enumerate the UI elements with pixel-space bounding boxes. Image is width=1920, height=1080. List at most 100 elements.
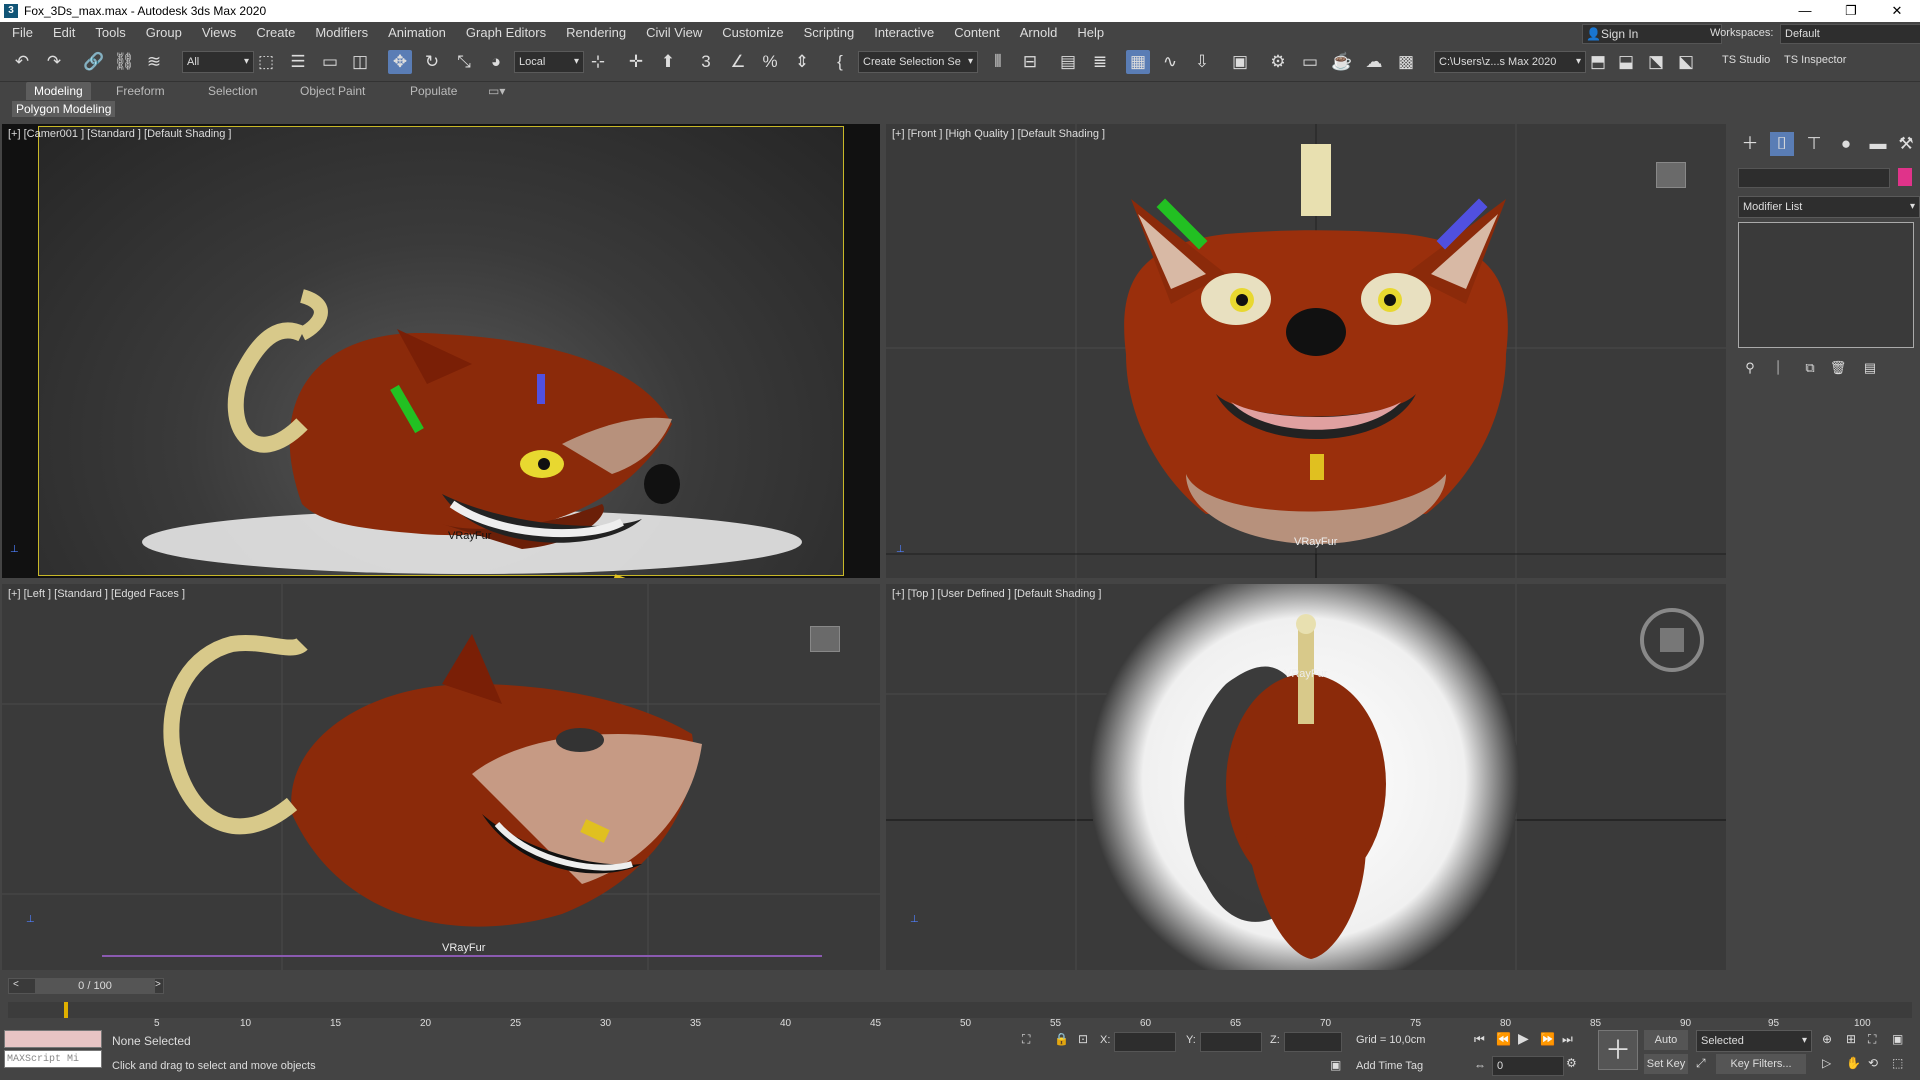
menu-graph-editors[interactable]: Graph Editors xyxy=(456,22,556,44)
viewport-label[interactable]: [+] [Top ] [User Defined ] [Default Shad… xyxy=(892,588,1101,600)
viewcube[interactable] xyxy=(1656,162,1686,188)
named-selection-sets-dropdown[interactable]: Create Selection Se xyxy=(858,51,978,73)
project-icon-1[interactable]: ⬒ xyxy=(1586,50,1610,74)
select-and-link-icon[interactable]: 🔗 xyxy=(82,50,106,74)
selection-filter-dropdown[interactable]: All xyxy=(182,51,254,73)
isolate-selection-icon[interactable]: ⛶ xyxy=(1022,1032,1030,1047)
unlink-icon[interactable]: ⛓ xyxy=(112,50,136,74)
key-mode-toggle-icon[interactable]: ⇔ xyxy=(1474,1058,1486,1072)
tab-populate[interactable]: Populate xyxy=(410,82,457,100)
edit-named-selection-icon[interactable]: { xyxy=(828,50,852,74)
select-by-name-icon[interactable]: ☰ xyxy=(286,50,310,74)
viewport-label[interactable]: [+] [Left ] [Standard ] [Edged Faces ] xyxy=(8,588,185,600)
create-tab-icon[interactable]: ＋ xyxy=(1738,132,1762,156)
angle-snap-icon[interactable]: ∠ xyxy=(726,50,750,74)
set-key-button[interactable]: Set Key xyxy=(1644,1054,1688,1074)
bind-to-space-warp-icon[interactable]: ≋ xyxy=(142,50,166,74)
time-slider[interactable]: < 0 / 100 > xyxy=(8,978,164,994)
z-coordinate-field[interactable] xyxy=(1284,1032,1342,1052)
menu-scripting[interactable]: Scripting xyxy=(794,22,865,44)
ts-studio-button[interactable]: TS Studio xyxy=(1722,54,1770,66)
select-and-move-icon[interactable]: ✥ xyxy=(388,50,412,74)
menu-interactive[interactable]: Interactive xyxy=(864,22,944,44)
schematic-view-icon[interactable]: ⇩ xyxy=(1190,50,1214,74)
set-key-big-button[interactable]: ＋ xyxy=(1598,1030,1638,1070)
key-mode-dropdown[interactable]: Selected xyxy=(1696,1030,1812,1052)
hierarchy-tab-icon[interactable]: ⊤ xyxy=(1802,132,1826,156)
sign-in-dropdown[interactable]: 👤 Sign In xyxy=(1582,24,1722,44)
a360-gallery-icon[interactable]: ▩ xyxy=(1394,50,1418,74)
viewport-top[interactable]: [+] [Top ] [User Defined ] [Default Shad… xyxy=(886,584,1726,970)
key-filters-button[interactable]: Key Filters... xyxy=(1716,1054,1806,1074)
select-object-icon[interactable]: ⬚ xyxy=(254,50,278,74)
project-icon-4[interactable]: ⬕ xyxy=(1674,50,1698,74)
time-tag-icon[interactable]: ▣ xyxy=(1330,1058,1341,1072)
object-name-field[interactable] xyxy=(1738,168,1890,188)
align-icon[interactable]: ⊟ xyxy=(1018,50,1042,74)
select-and-place-icon[interactable]: ◕ xyxy=(484,50,508,74)
make-unique-icon[interactable]: ⧉ xyxy=(1798,356,1822,380)
render-in-cloud-icon[interactable]: ☁ xyxy=(1362,50,1386,74)
viewport-label[interactable]: [+] [Front ] [High Quality ] [Default Sh… xyxy=(892,128,1105,140)
go-to-start-icon[interactable]: ⏮ xyxy=(1474,1032,1485,1047)
project-folder-dropdown[interactable]: C:\Users\z...s Max 2020 xyxy=(1434,51,1586,73)
viewport-front[interactable]: [+] [Front ] [High Quality ] [Default Sh… xyxy=(886,124,1726,578)
maxscript-listener-top[interactable] xyxy=(4,1030,102,1048)
reference-coordinate-dropdown[interactable]: Local xyxy=(514,51,584,73)
spinner-snap-icon[interactable]: ⇕ xyxy=(790,50,814,74)
undo-icon[interactable]: ↶ xyxy=(10,50,34,74)
orbit-icon[interactable]: ⟲ xyxy=(1868,1056,1878,1070)
next-frame-icon[interactable]: > xyxy=(155,979,161,990)
material-editor-icon[interactable]: ▣ xyxy=(1228,50,1252,74)
prev-frame-icon[interactable]: < xyxy=(13,979,19,990)
configure-modifier-sets-icon[interactable]: ▤ xyxy=(1858,356,1882,380)
default-in-out-tangents-icon[interactable]: ⤢ xyxy=(1696,1056,1706,1071)
zoom-extents-all-icon[interactable]: ▣ xyxy=(1892,1032,1903,1046)
redo-icon[interactable]: ↷ xyxy=(42,50,66,74)
remove-modifier-icon[interactable]: 🗑 xyxy=(1826,356,1850,380)
window-crossing-icon[interactable]: ◫ xyxy=(348,50,372,74)
snaps-toggle-icon[interactable]: 3 xyxy=(694,50,718,74)
absolute-mode-icon[interactable]: ⊡ xyxy=(1078,1032,1088,1046)
track-bar[interactable] xyxy=(8,1002,1912,1018)
maxscript-mini-listener[interactable]: MAXScript Mi xyxy=(4,1050,102,1068)
modify-tab-icon[interactable]: ⌷ xyxy=(1770,132,1794,156)
menu-customize[interactable]: Customize xyxy=(712,22,793,44)
toggle-ribbon-icon[interactable]: ▦ xyxy=(1126,50,1150,74)
viewport-left[interactable]: [+] [Left ] [Standard ] [Edged Faces ] V… xyxy=(2,584,880,970)
minimize-button[interactable]: — xyxy=(1782,0,1828,22)
menu-modifiers[interactable]: Modifiers xyxy=(305,22,378,44)
close-button[interactable]: ✕ xyxy=(1874,0,1920,22)
tab-modeling[interactable]: Modeling xyxy=(26,82,91,100)
next-frame-icon[interactable]: ⏩ xyxy=(1540,1032,1555,1046)
percent-snap-icon[interactable]: % xyxy=(758,50,782,74)
x-coordinate-field[interactable] xyxy=(1114,1032,1176,1052)
render-setup-icon[interactable]: ⚙ xyxy=(1266,50,1290,74)
menu-content[interactable]: Content xyxy=(944,22,1010,44)
menu-help[interactable]: Help xyxy=(1067,22,1114,44)
polygon-modeling-panel[interactable]: Polygon Modeling xyxy=(12,101,116,117)
auto-key-button[interactable]: Auto Key xyxy=(1644,1030,1688,1066)
modifier-list-dropdown[interactable]: Modifier List xyxy=(1738,196,1920,218)
menu-animation[interactable]: Animation xyxy=(378,22,456,44)
object-color-swatch[interactable] xyxy=(1898,168,1912,186)
selection-lock-icon[interactable]: 🔒 xyxy=(1054,1032,1069,1046)
current-frame-field[interactable]: 0 xyxy=(1492,1056,1564,1076)
y-coordinate-field[interactable] xyxy=(1200,1032,1262,1052)
menu-views[interactable]: Views xyxy=(192,22,246,44)
zoom-all-icon[interactable]: ⊞ xyxy=(1846,1032,1856,1046)
menu-group[interactable]: Group xyxy=(136,22,192,44)
layer-explorer-icon[interactable]: ≣ xyxy=(1088,50,1112,74)
show-end-result-icon[interactable]: ⏐ xyxy=(1766,356,1790,380)
add-time-tag[interactable]: Add Time Tag xyxy=(1356,1060,1423,1072)
menu-civil-view[interactable]: Civil View xyxy=(636,22,712,44)
modifier-stack[interactable] xyxy=(1738,222,1914,348)
viewcube-compass[interactable] xyxy=(1640,608,1704,672)
play-icon[interactable]: ▶ xyxy=(1518,1030,1529,1047)
pan-view-icon[interactable]: ✋ xyxy=(1846,1056,1861,1070)
ribbon-options-icon[interactable]: ▭▾ xyxy=(488,82,505,100)
menu-tools[interactable]: Tools xyxy=(85,22,135,44)
render-production-icon[interactable]: ☕ xyxy=(1330,50,1354,74)
menu-file[interactable]: File xyxy=(0,22,43,44)
viewcube[interactable] xyxy=(1660,628,1684,652)
